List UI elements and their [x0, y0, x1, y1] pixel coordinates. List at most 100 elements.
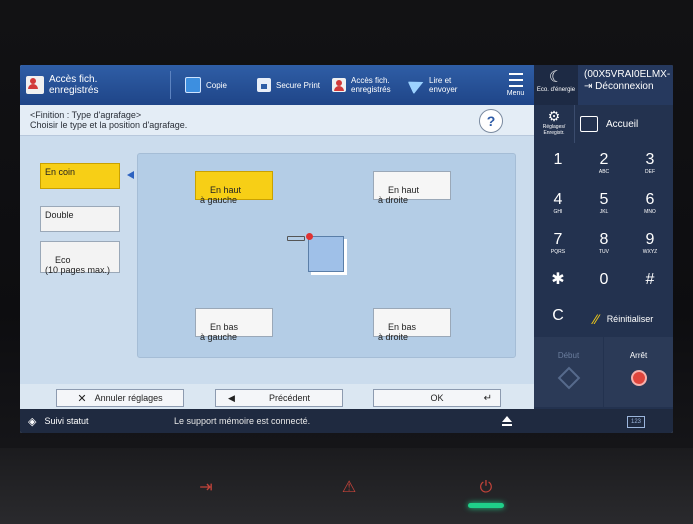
- key-letters: GHI: [553, 209, 563, 215]
- key-digit: 6: [645, 191, 655, 208]
- key-9[interactable]: 9 WXYZ: [628, 225, 672, 265]
- position-label: En bas à gauche: [200, 322, 239, 342]
- gear-icon: ⚙: [547, 108, 561, 124]
- start-button[interactable]: Début: [534, 337, 603, 407]
- menu-label: Menu: [506, 90, 525, 97]
- key-1[interactable]: 1: [536, 145, 580, 185]
- key-asterisk[interactable]: ✱: [536, 265, 580, 305]
- clear-key[interactable]: C: [536, 301, 580, 341]
- staple-point-icon: [306, 233, 313, 240]
- keypad-top: ⚙ Réglages/ Enregistr. Accueil: [534, 105, 673, 143]
- enter-icon: ↵: [483, 392, 492, 404]
- screen-header: <Finition : Type d'agrafage> Choisir le …: [20, 105, 534, 136]
- menu-button[interactable]: Menu: [497, 65, 534, 105]
- status-bar: ◈ Suivi statut Le support mémoire est co…: [20, 409, 673, 433]
- key-digit: 9: [645, 231, 655, 248]
- key-digit: 7: [553, 231, 563, 248]
- power-icon[interactable]: ⏻: [476, 478, 496, 498]
- user-id: (00X5VRAI0ELMX-: [584, 69, 671, 80]
- option-label: Eco (10 pages max.): [45, 255, 111, 275]
- reset-button[interactable]: ⁄⁄ Réinitialiser: [582, 301, 673, 337]
- shortcut-label: Accès fich. enregistrés: [351, 76, 391, 94]
- account-bar: ☾ Eco. d'énergie (00X5VRAI0ELMX- ⇥ Décon…: [534, 65, 673, 105]
- error-warning-icon: ⚠: [341, 479, 357, 496]
- previous-label: Précédent: [268, 393, 310, 403]
- key-digit: #: [645, 271, 655, 288]
- shortcut-acces-fichiers[interactable]: Accès fich. enregistrés: [332, 65, 407, 105]
- position-bottom-right[interactable]: En bas à droite: [373, 308, 451, 342]
- active-function-label: Accès fich. enregistrés: [49, 74, 99, 96]
- document-preview-icon: [308, 236, 344, 272]
- key-digit: 0: [599, 271, 609, 288]
- selection-arrow-icon: [127, 171, 134, 179]
- send-icon: [407, 75, 427, 95]
- key-0[interactable]: 0: [582, 265, 626, 305]
- energy-saver-button[interactable]: ☾ Eco. d'énergie: [534, 65, 578, 105]
- touch-screen: Accès fich. enregistrés Copie Secure Pri…: [20, 65, 673, 433]
- user-folder-icon: [332, 78, 346, 92]
- key-digit: 8: [599, 231, 609, 248]
- key-6[interactable]: 6 MNO: [628, 185, 672, 225]
- key-7[interactable]: 7 PQRS: [536, 225, 580, 265]
- shortcut-label: Lire et envoyer: [429, 76, 458, 94]
- home-button[interactable]: Accueil: [580, 109, 669, 139]
- position-top-right[interactable]: En haut à droite: [373, 171, 451, 205]
- shortcut-lire-envoyer[interactable]: Lire et envoyer: [407, 65, 490, 105]
- cancel-label: Annuler réglages: [94, 393, 163, 403]
- status-message: Le support mémoire est connecté.: [174, 416, 311, 426]
- shortcut-secure-print[interactable]: Secure Print: [257, 65, 332, 105]
- key-letters: JKL: [599, 209, 609, 215]
- logout-row: ⇥ Déconnexion: [584, 81, 673, 93]
- cancel-settings-button[interactable]: ✕ Annuler réglages: [56, 389, 184, 407]
- staple-icon: [287, 236, 305, 241]
- help-button[interactable]: ?: [479, 109, 503, 133]
- key-3[interactable]: 3 DEF: [628, 145, 672, 185]
- moon-icon: ☾: [548, 69, 564, 86]
- staple-type-en-coin[interactable]: En coin: [40, 163, 120, 189]
- ok-label: OK: [430, 393, 444, 403]
- stop-button[interactable]: Arrêt: [604, 337, 673, 407]
- eject-icon[interactable]: [502, 416, 512, 426]
- staple-type-double[interactable]: Double: [40, 206, 120, 232]
- shortcut-label: Secure Print: [276, 80, 321, 90]
- previous-button[interactable]: ◀ Précédent: [215, 389, 343, 407]
- key-hash[interactable]: #: [628, 265, 672, 305]
- status-monitor-button[interactable]: ◈ Suivi statut: [28, 409, 89, 433]
- ok-button[interactable]: OK ↵: [373, 389, 501, 407]
- option-label: En coin: [45, 167, 76, 177]
- numeric-keypad: ⚙ Réglages/ Enregistr. Accueil 1 2 ABC 3D…: [534, 105, 673, 409]
- status-icon: ◈: [28, 415, 37, 428]
- option-label: Double: [45, 210, 74, 220]
- active-function-title: Accès fich. enregistrés: [26, 65, 156, 105]
- energy-saver-label: Eco. d'énergie: [536, 87, 576, 93]
- key-letters: MNO: [644, 209, 656, 215]
- page-title: <Finition : Type d'agrafage>: [30, 110, 142, 120]
- position-bottom-left[interactable]: En bas à gauche: [195, 308, 273, 342]
- position-label: En haut à gauche: [200, 185, 242, 205]
- position-top-left[interactable]: En haut à gauche: [195, 171, 273, 205]
- staple-type-eco[interactable]: Eco (10 pages max.): [40, 241, 120, 275]
- key-4[interactable]: 4 GHI: [536, 185, 580, 225]
- settings-button[interactable]: ⚙ Réglages/ Enregistr.: [534, 105, 575, 143]
- key-digit: 3: [645, 151, 655, 168]
- key-8[interactable]: 8 TUV: [582, 225, 626, 265]
- key-digit: 2: [599, 151, 609, 168]
- home-label: Accueil: [606, 118, 639, 130]
- shortcut-copy[interactable]: Copie: [185, 65, 255, 105]
- start-icon: [557, 366, 580, 390]
- key-5[interactable]: 5 JKL: [582, 185, 626, 225]
- status-monitor-label: Suivi statut: [44, 416, 89, 426]
- key-digit: ✱: [551, 271, 565, 288]
- key-letters: ABC: [598, 169, 610, 175]
- key-digit: 1: [553, 151, 563, 168]
- login-key-icon[interactable]: ⇥: [196, 478, 216, 498]
- reset-icon: ⁄⁄: [594, 311, 599, 327]
- counter-icon[interactable]: 123: [627, 416, 645, 428]
- user-folder-icon: [26, 76, 44, 94]
- home-icon: [580, 116, 598, 132]
- key-digit: 5: [599, 191, 609, 208]
- key-2[interactable]: 2 ABC: [582, 145, 626, 185]
- logout-button[interactable]: (00X5VRAI0ELMX- ⇥ Déconnexion: [578, 65, 673, 105]
- logout-label: Déconnexion: [595, 81, 654, 92]
- power-led: [468, 503, 504, 508]
